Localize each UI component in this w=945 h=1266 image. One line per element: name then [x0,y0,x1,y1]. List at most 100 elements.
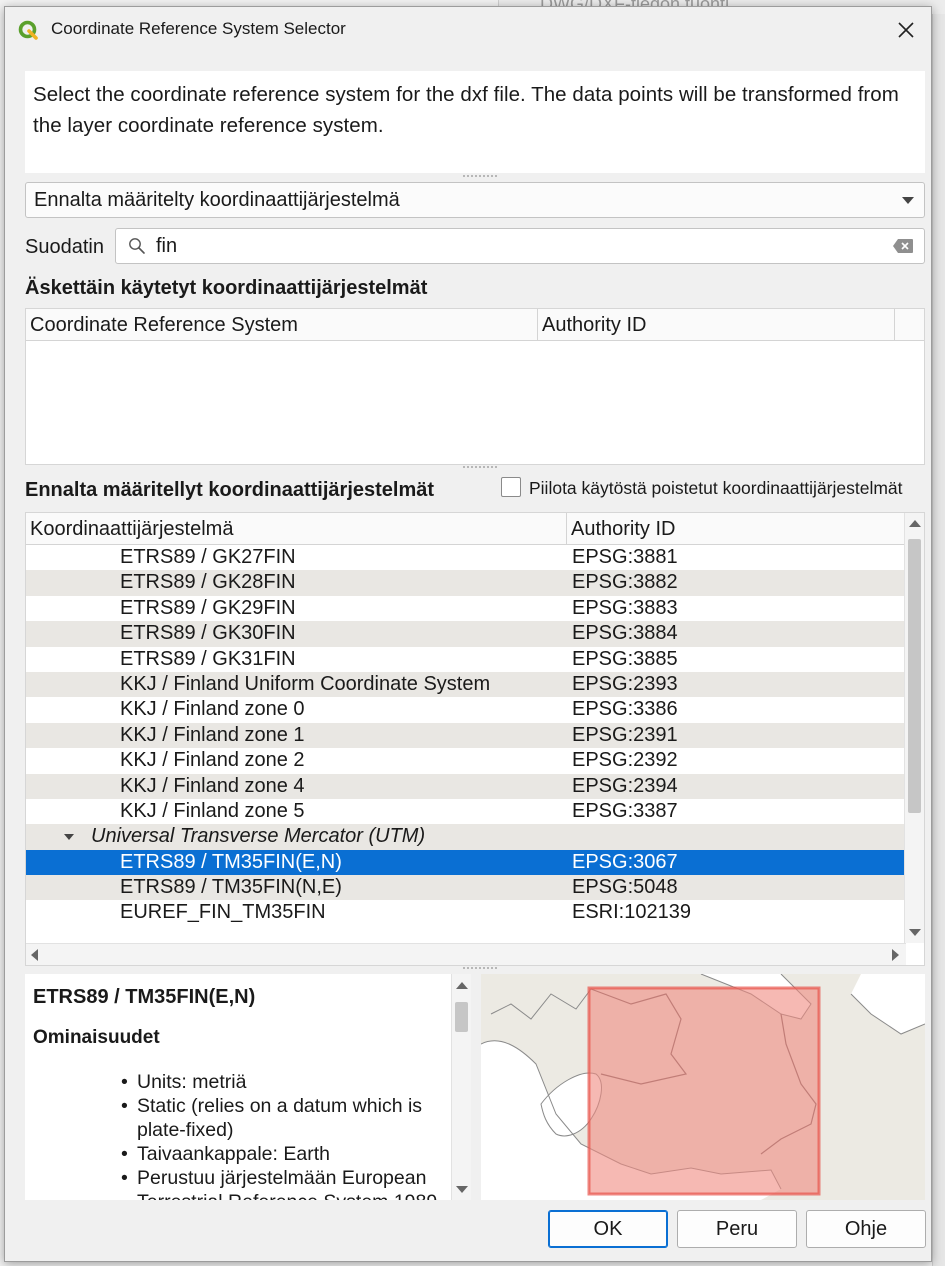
collapse-arrow-icon[interactable] [64,834,74,841]
crs-details-panel: ETRS89 / TM35FIN(E,N) Ominaisuudet Units… [25,974,471,1200]
property-item: Units: metriä [119,1070,449,1094]
predef-col-authority-id[interactable]: Authority ID [567,513,904,545]
recent-col-authority-id[interactable]: Authority ID [538,309,895,341]
crs-name: KKJ / Finland zone 2 [120,749,305,772]
table-row-selected[interactable]: ETRS89 / TM35FIN(E,N) EPSG:3067 [26,849,904,876]
crs-name: EUREF_FIN_TM35FIN [120,901,326,924]
clear-text-icon[interactable] [892,238,914,254]
qgis-app-icon [18,20,38,40]
crs-authority-id: EPSG:2393 [572,672,678,695]
predefined-crs-table[interactable]: Koordinaattijärjestelmä Authority ID ETR… [25,512,925,966]
crs-type-selected: Ennalta määritelty koordinaattijärjestel… [34,188,400,211]
crs-authority-id: EPSG:3881 [572,546,678,568]
crs-authority-id: ESRI:102139 [572,901,691,924]
crs-name: KKJ / Finland zone 4 [120,774,305,797]
predefined-crs-heading: Ennalta määritellyt koordinaattijärjeste… [25,479,435,501]
crs-authority-id: EPSG:3882 [572,571,678,594]
crs-authority-id: EPSG:2391 [572,723,678,746]
crs-authority-id: EPSG:3387 [572,799,678,822]
table-row[interactable]: KKJ / Finland zone 1 EPSG:2391 [26,722,904,749]
crs-authority-id: EPSG:3883 [572,596,678,619]
splitter-handle[interactable] [463,175,497,181]
scroll-right-icon[interactable] [892,949,899,961]
table-row[interactable]: ETRS89 / GK27FIN EPSG:3881 [26,545,904,570]
details-scrollbar[interactable] [451,974,471,1200]
details-subtitle: Ominaisuudet [33,1027,160,1048]
recent-col-crs[interactable]: Coordinate Reference System [26,309,538,341]
chevron-down-icon [902,197,914,204]
crs-authority-id: EPSG:3885 [572,647,678,670]
close-button[interactable] [887,11,925,49]
property-item: Perustuu järjestelmään European Terrestr… [119,1166,449,1200]
scroll-up-icon[interactable] [456,982,468,989]
filter-field[interactable] [115,228,925,264]
ok-button[interactable]: OK [548,1210,668,1248]
scrollbar-thumb[interactable] [908,539,921,813]
vertical-scrollbar[interactable] [904,513,924,943]
crs-name: ETRS89 / GK27FIN [120,546,296,568]
crs-name: KKJ / Finland zone 5 [120,799,305,822]
recent-crs-table[interactable]: Coordinate Reference System Authority ID [25,308,925,465]
scroll-down-icon[interactable] [456,1186,468,1193]
scroll-up-icon[interactable] [909,520,921,527]
filter-label: Suodatin [25,236,104,258]
scroll-left-icon[interactable] [31,949,38,961]
search-icon [129,238,145,254]
crs-name: ETRS89 / TM35FIN(N,E) [120,876,342,899]
crs-authority-id: EPSG:2392 [572,749,678,772]
title-bar[interactable]: Coordinate Reference System Selector [5,7,931,53]
crs-name: ETRS89 / GK30FIN [120,622,296,645]
predef-col-crs[interactable]: Koordinaattijärjestelmä [26,513,567,545]
table-row[interactable]: ETRS89 / TM35FIN(N,E) EPSG:5048 [26,875,904,901]
crs-name: ETRS89 / GK29FIN [120,596,296,619]
hide-deprecated-checkbox[interactable] [501,477,521,497]
hide-deprecated-label[interactable]: Piilota käytöstä poistetut koordinaattij… [529,478,903,499]
message-text: Select the coordinate reference system f… [25,71,925,173]
table-row[interactable]: ETRS89 / GK31FIN EPSG:3885 [26,647,904,672]
property-item: Taivaankappale: Earth [119,1142,449,1166]
table-row[interactable]: ETRS89 / GK28FIN EPSG:3882 [26,570,904,596]
crs-name: KKJ / Finland zone 0 [120,698,305,721]
crs-authority-id: EPSG:2394 [572,774,678,797]
crs-name: ETRS89 / GK31FIN [120,647,296,670]
crs-authority-id: EPSG:3386 [572,698,678,721]
property-item: Static (relies on a datum which is plate… [119,1094,449,1142]
horizontal-scrollbar[interactable] [26,943,906,965]
cancel-button[interactable]: Peru [677,1210,797,1248]
crs-type-dropdown[interactable]: Ennalta määritelty koordinaattijärjestel… [25,182,925,218]
crs-authority-id: EPSG:3884 [572,622,678,645]
table-group-row[interactable]: Universal Transverse Mercator (UTM) [26,824,904,850]
crs-selector-dialog: Coordinate Reference System Selector Sel… [4,6,932,1262]
crs-name: KKJ / Finland Uniform Coordinate System [120,672,491,695]
background-window-edge [932,14,945,1266]
filter-input[interactable] [156,231,876,261]
close-icon [898,22,914,38]
predefined-rows: ETRS89 / GK27FIN EPSG:3881 ETRS89 / GK28F… [26,545,904,926]
crs-name: ETRS89 / TM35FIN(E,N) [120,850,342,873]
crs-name: KKJ / Finland zone 1 [120,723,305,746]
map-canvas [481,974,925,1200]
table-row[interactable]: KKJ / Finland zone 0 EPSG:3386 [26,697,904,722]
scroll-down-icon[interactable] [909,929,921,936]
table-row[interactable]: KKJ / Finland Uniform Coordinate System E… [26,671,904,698]
table-row[interactable]: EUREF_FIN_TM35FIN ESRI:102139 [26,900,904,925]
dialog-title: Coordinate Reference System Selector [51,19,346,38]
table-row[interactable]: ETRS89 / GK29FIN EPSG:3883 [26,596,904,621]
scrollbar-thumb[interactable] [455,1002,468,1032]
crs-extent-map [481,974,925,1200]
details-title: ETRS89 / TM35FIN(E,N) [33,986,256,1008]
recent-crs-heading: Äskettäin käytetyt koordinaattijärjestel… [25,277,428,299]
table-row[interactable]: KKJ / Finland zone 2 EPSG:2392 [26,748,904,773]
table-row[interactable]: KKJ / Finland zone 5 EPSG:3387 [26,799,904,824]
crs-group-name: Universal Transverse Mercator (UTM) [91,825,426,848]
crs-authority-id: EPSG:5048 [572,876,678,899]
table-row[interactable]: KKJ / Finland zone 4 EPSG:2394 [26,773,904,799]
crs-extent-rectangle [587,986,821,1196]
splitter-handle[interactable] [463,466,497,472]
properties-list: Units: metriä Static (relies on a datum … [119,1070,449,1200]
splitter-handle[interactable] [463,967,497,973]
help-button[interactable]: Ohje [806,1210,926,1248]
table-row[interactable]: ETRS89 / GK30FIN EPSG:3884 [26,621,904,647]
crs-name: ETRS89 / GK28FIN [120,571,296,594]
crs-authority-id: EPSG:3067 [572,850,678,873]
